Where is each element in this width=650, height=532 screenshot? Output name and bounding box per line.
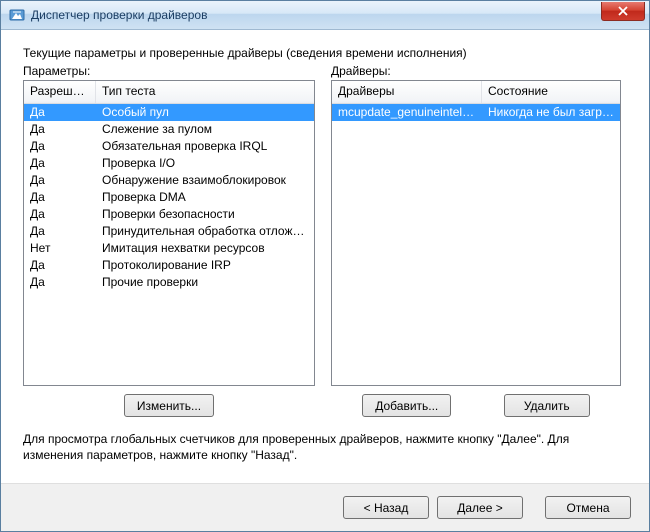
cell-state: Никогда не был загру... [482,104,620,121]
params-body: ДаОсобый пулДаСлежение за пуломДаОбязате… [24,104,314,385]
cell-test-type: Проверка DMA [96,189,314,206]
params-button-row: Изменить... [23,394,315,417]
close-button[interactable] [601,2,645,21]
table-row[interactable]: ДаОсобый пул [24,104,314,121]
window-title: Диспетчер проверки драйверов [31,8,207,22]
cell-allowed: Да [24,257,96,274]
cell-test-type: Обязательная проверка IRQL [96,138,314,155]
params-header: Разреше... Тип теста [24,81,314,104]
close-icon [618,6,628,16]
help-note: Для просмотра глобальных счетчиков для п… [23,431,627,463]
cell-driver: mcupdate_genuineintel.dll [332,104,482,121]
drivers-button-row: Добавить... Удалить [331,394,621,417]
table-row[interactable]: ДаПроверка DMA [24,189,314,206]
col-state[interactable]: Состояние [482,81,620,103]
add-button[interactable]: Добавить... [362,394,451,417]
cell-test-type: Проверки безопасности [96,206,314,223]
delete-button[interactable]: Удалить [504,394,590,417]
cell-allowed: Да [24,104,96,121]
cell-allowed: Да [24,206,96,223]
drivers-listview[interactable]: Драйверы Состояние mcupdate_genuineintel… [331,80,621,386]
cell-test-type: Имитация нехватки ресурсов [96,240,314,257]
content-area: Текущие параметры и проверенные драйверы… [1,30,649,483]
col-allowed[interactable]: Разреше... [24,81,96,103]
table-row[interactable]: mcupdate_genuineintel.dllНикогда не был … [332,104,620,121]
drivers-body: mcupdate_genuineintel.dllНикогда не был … [332,104,620,385]
cell-allowed: Да [24,155,96,172]
panes: Параметры: Разреше... Тип теста ДаОсобый… [23,64,627,417]
col-drivers[interactable]: Драйверы [332,81,482,103]
table-row[interactable]: ДаПринудительная обработка отложен... [24,223,314,240]
cell-test-type: Обнаружение взаимоблокировок [96,172,314,189]
params-label: Параметры: [23,64,315,78]
titlebar: Диспетчер проверки драйверов [1,1,649,30]
page-subtitle: Текущие параметры и проверенные драйверы… [23,46,627,60]
cell-allowed: Да [24,121,96,138]
app-icon [9,7,25,23]
table-row[interactable]: ДаПроверки безопасности [24,206,314,223]
change-button[interactable]: Изменить... [124,394,214,417]
table-row[interactable]: ДаОбязательная проверка IRQL [24,138,314,155]
table-row[interactable]: ДаОбнаружение взаимоблокировок [24,172,314,189]
cell-test-type: Принудительная обработка отложен... [96,223,314,240]
back-button[interactable]: < Назад [343,496,429,519]
cell-allowed: Да [24,189,96,206]
cell-test-type: Протоколирование IRP [96,257,314,274]
cell-allowed: Нет [24,240,96,257]
cell-allowed: Да [24,138,96,155]
cell-test-type: Слежение за пулом [96,121,314,138]
cell-allowed: Да [24,274,96,291]
table-row[interactable]: НетИмитация нехватки ресурсов [24,240,314,257]
next-button[interactable]: Далее > [437,496,523,519]
params-listview[interactable]: Разреше... Тип теста ДаОсобый пулДаСлеже… [23,80,315,386]
window-frame: Диспетчер проверки драйверов Текущие пар… [0,0,650,532]
table-row[interactable]: ДаПроверка I/O [24,155,314,172]
wizard-footer: < Назад Далее > Отмена [1,483,649,531]
drivers-pane: Драйверы: Драйверы Состояние mcupdate_ge… [331,64,621,417]
cell-test-type: Проверка I/O [96,155,314,172]
cancel-button[interactable]: Отмена [545,496,631,519]
table-row[interactable]: ДаСлежение за пулом [24,121,314,138]
table-row[interactable]: ДаПротоколирование IRP [24,257,314,274]
cell-allowed: Да [24,223,96,240]
drivers-label: Драйверы: [331,64,621,78]
table-row[interactable]: ДаПрочие проверки [24,274,314,291]
col-test-type[interactable]: Тип теста [96,81,314,103]
cell-allowed: Да [24,172,96,189]
params-pane: Параметры: Разреше... Тип теста ДаОсобый… [23,64,315,417]
cell-test-type: Особый пул [96,104,314,121]
drivers-header: Драйверы Состояние [332,81,620,104]
cell-test-type: Прочие проверки [96,274,314,291]
